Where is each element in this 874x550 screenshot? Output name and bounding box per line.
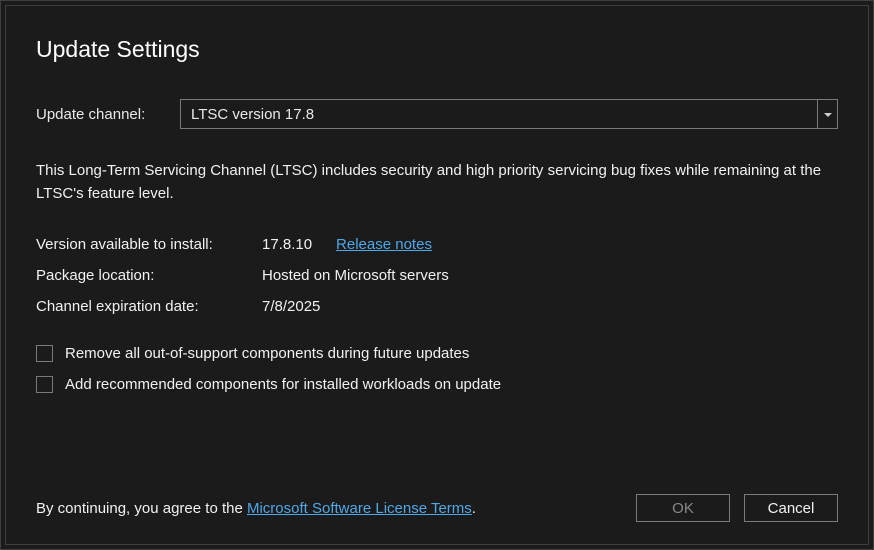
channel-dropdown-button[interactable] [818,99,838,129]
version-value: 17.8.10 [262,236,312,253]
info-grid: Version available to install: 17.8.10 Re… [36,236,838,315]
dialog-title: Update Settings [36,36,838,63]
terms-text: By continuing, you agree to the Microsof… [36,500,476,517]
expiration-label: Channel expiration date: [36,298,262,315]
terms-prefix: By continuing, you agree to the [36,500,247,517]
version-label: Version available to install: [36,236,262,253]
add-checkbox-label[interactable]: Add recommended components for installed… [65,376,501,393]
footer: By continuing, you agree to the Microsof… [36,494,838,522]
cancel-button[interactable]: Cancel [744,494,838,522]
remove-checkbox-row: Remove all out-of-support components dur… [36,345,838,362]
version-value-row: 17.8.10 Release notes [262,236,838,253]
remove-checkbox-label[interactable]: Remove all out-of-support components dur… [65,345,469,362]
spacer [36,407,838,475]
update-settings-dialog: Update Settings Update channel: LTSC ver… [0,0,874,550]
channel-label: Update channel: [36,106,168,123]
footer-buttons: OK Cancel [636,494,838,522]
dialog-inner: Update Settings Update channel: LTSC ver… [5,5,869,545]
expiration-value: 7/8/2025 [262,298,838,315]
add-checkbox-row: Add recommended components for installed… [36,376,838,393]
ok-button[interactable]: OK [636,494,730,522]
add-recommended-checkbox[interactable] [36,376,53,393]
chevron-down-icon [824,106,832,122]
package-value: Hosted on Microsoft servers [262,267,838,284]
license-terms-link[interactable]: Microsoft Software License Terms [247,500,472,517]
channel-select[interactable]: LTSC version 17.8 [180,99,838,129]
channel-select-value[interactable]: LTSC version 17.8 [180,99,818,129]
package-label: Package location: [36,267,262,284]
channel-row: Update channel: LTSC version 17.8 [36,99,838,129]
terms-suffix: . [472,500,476,517]
release-notes-link[interactable]: Release notes [336,236,432,253]
channel-description: This Long-Term Servicing Channel (LTSC) … [36,159,838,206]
remove-out-of-support-checkbox[interactable] [36,345,53,362]
